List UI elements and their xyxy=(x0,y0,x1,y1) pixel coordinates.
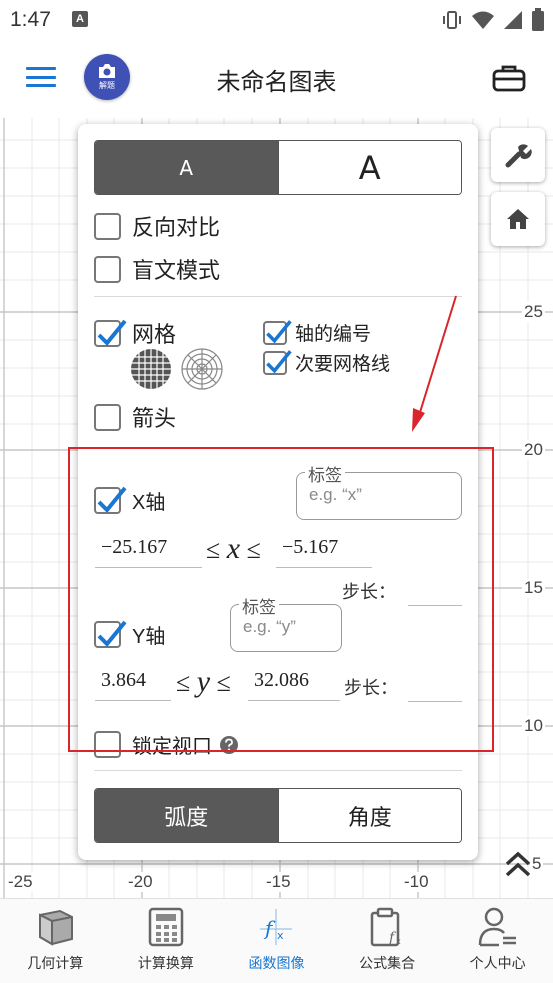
signal-icon xyxy=(504,11,522,29)
y-tick: 25 xyxy=(522,302,545,322)
checkbox-label: 次要网格线 xyxy=(295,353,391,375)
double-chevron-up-icon xyxy=(505,851,531,877)
wrench-icon xyxy=(505,144,532,168)
check-icon xyxy=(266,349,292,373)
svg-text:x: x xyxy=(396,937,401,946)
radian-option[interactable]: 弧度 xyxy=(95,789,278,842)
menu-button[interactable] xyxy=(26,64,56,90)
toolbox-icon xyxy=(492,65,526,92)
nav-formulas[interactable]: f x 公式集合 xyxy=(332,899,443,983)
braille-mode-checkbox[interactable]: 盲文模式 xyxy=(94,253,220,285)
checkbox-box xyxy=(94,319,127,347)
check-icon xyxy=(266,319,292,343)
x-tick: -10 xyxy=(402,872,431,892)
checkbox-label: 反向对比 xyxy=(132,216,221,241)
y-tick: 10 xyxy=(522,716,545,736)
cartesian-grid-icon[interactable] xyxy=(129,348,175,390)
nav-function-graph[interactable]: f x 函数图像 xyxy=(221,899,332,983)
app-bar: 解题 未命名图表 xyxy=(0,40,553,118)
x-tick: -15 xyxy=(264,872,293,892)
nav-label: 计算换算 xyxy=(137,956,194,972)
polar-grid-icon[interactable] xyxy=(180,348,224,390)
checkbox-label: 盲文模式 xyxy=(132,259,221,284)
cube-icon xyxy=(39,909,74,946)
nav-label: 函数图像 xyxy=(248,956,305,972)
notification-icon: A xyxy=(72,11,88,27)
x-tick: -20 xyxy=(126,872,155,892)
font-size-small-option[interactable]: A xyxy=(95,141,278,194)
battery-icon xyxy=(532,8,544,31)
svg-text:x: x xyxy=(277,929,284,942)
camera-icon xyxy=(99,64,115,78)
svg-text:f: f xyxy=(263,916,276,940)
checkbox-box xyxy=(263,349,292,375)
status-time: 1:47 xyxy=(10,8,51,31)
collapse-button[interactable] xyxy=(500,846,536,882)
axis-numbers-checkbox[interactable]: 轴的编号 xyxy=(263,319,371,346)
y-tick: 20 xyxy=(522,440,545,460)
degree-option[interactable]: 角度 xyxy=(277,789,461,842)
font-size-large-option[interactable]: A xyxy=(277,141,461,194)
grid-checkbox[interactable]: 网格 xyxy=(94,317,176,349)
checkbox-label: 箭头 xyxy=(132,407,177,432)
font-size-toggle: A A xyxy=(94,140,462,195)
page-title: 未命名图表 xyxy=(216,68,337,96)
camera-label: 解题 xyxy=(99,81,115,90)
x-tick: -25 xyxy=(6,872,35,892)
vibrate-icon xyxy=(443,11,461,29)
camera-solve-button[interactable]: 解题 xyxy=(84,54,130,100)
menu-icon xyxy=(26,67,56,70)
nav-label: 几何计算 xyxy=(27,956,84,972)
checkbox-box xyxy=(94,212,121,240)
home-view-button[interactable] xyxy=(491,192,545,246)
check-icon xyxy=(97,319,127,346)
reverse-contrast-checkbox[interactable]: 反向对比 xyxy=(94,210,220,242)
home-icon xyxy=(507,209,529,229)
minor-gridlines-checkbox[interactable]: 次要网格线 xyxy=(263,349,390,376)
wifi-icon xyxy=(472,11,494,29)
y-tick: 15 xyxy=(522,578,545,598)
checkbox-box xyxy=(263,319,292,345)
highlight-box xyxy=(68,447,494,752)
nav-label: 公式集合 xyxy=(359,956,416,972)
arrows-checkbox[interactable]: 箭头 xyxy=(94,401,176,433)
function-icon: f x xyxy=(260,909,293,945)
checkbox-box xyxy=(94,403,121,431)
checkbox-box xyxy=(94,255,121,283)
nav-profile[interactable]: 个人中心 xyxy=(442,899,553,983)
checkbox-label: 网格 xyxy=(132,323,177,348)
nav-label: 个人中心 xyxy=(469,956,526,972)
nav-geometry[interactable]: 几何计算 xyxy=(0,899,111,983)
toolbox-button[interactable] xyxy=(491,60,527,96)
nav-calculator[interactable]: 计算换算 xyxy=(111,899,222,983)
divider xyxy=(94,770,462,771)
annotation-arrow xyxy=(412,295,457,432)
settings-button[interactable] xyxy=(491,128,545,182)
clipboard-icon: f x xyxy=(370,907,401,947)
checkbox-label: 轴的编号 xyxy=(295,323,372,345)
bottom-nav: 几何计算 计算换算 f x 函数图像 f x 公式集合 个人中心 xyxy=(0,898,553,983)
angle-unit-toggle: 弧度 角度 xyxy=(94,788,462,843)
user-icon xyxy=(478,907,516,947)
status-bar: 1:47 A xyxy=(0,0,553,40)
calculator-icon xyxy=(148,907,184,947)
